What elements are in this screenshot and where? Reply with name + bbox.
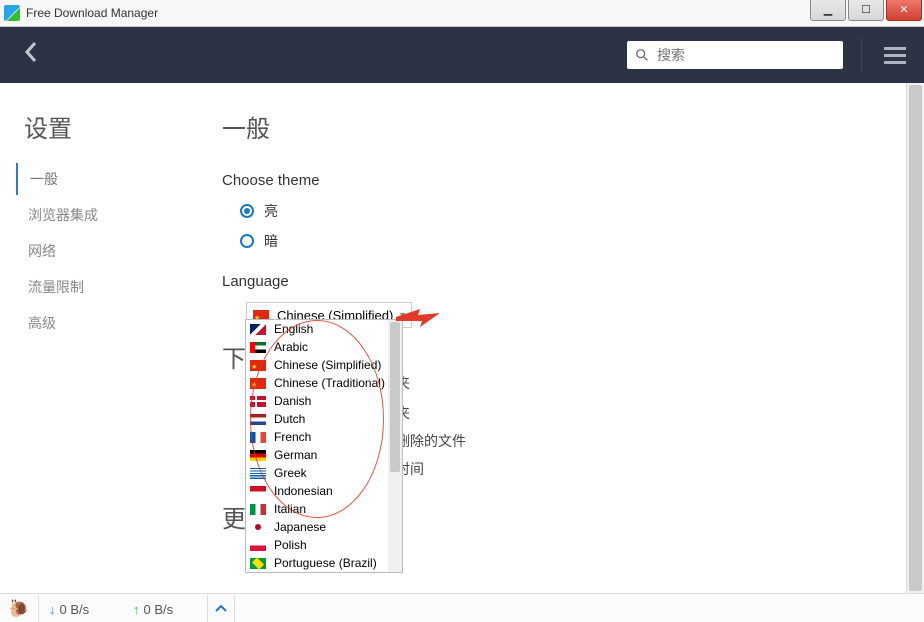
language-option[interactable]: Portuguese (Brazil): [246, 554, 390, 572]
page-scrollbar[interactable]: [906, 83, 924, 593]
sidebar-item-traffic[interactable]: 流量限制: [16, 271, 186, 303]
language-option[interactable]: English: [246, 320, 390, 338]
language-option[interactable]: Dutch: [246, 410, 390, 428]
language-option[interactable]: Polish: [246, 536, 390, 554]
language-option-label: Japanese: [274, 520, 326, 534]
language-option-label: Indonesian: [274, 484, 333, 498]
statusbar: 🐌 ↓0 B/s ↑0 B/s: [0, 593, 924, 622]
language-dropdown[interactable]: English Arabic Chinese (Simplified) Chinese…: [245, 319, 403, 573]
language-option-label: Italian: [274, 502, 306, 516]
radio-icon: [240, 204, 254, 218]
app-icon: [4, 5, 20, 21]
maximize-button[interactable]: [848, 0, 884, 21]
menu-icon[interactable]: [880, 43, 910, 68]
language-option[interactable]: Chinese (Simplified): [246, 356, 390, 374]
language-option-label: Danish: [274, 394, 311, 408]
language-option-label: Chinese (Traditional): [274, 376, 385, 390]
language-option[interactable]: Italian: [246, 500, 390, 518]
sidebar-item-general[interactable]: 一般: [16, 163, 186, 195]
download-speed: ↓0 B/s: [39, 602, 123, 617]
settings-sidebar: 一般 浏览器集成 网络 流量限制 高级: [16, 163, 186, 343]
update-section-heading-partial: 更: [222, 499, 246, 534]
language-option-label: Portuguese (Brazil): [274, 556, 377, 570]
language-option[interactable]: Japanese: [246, 518, 390, 536]
app-body: 设置 一般 浏览器集成 网络 流量限制 高级 一般 Choose theme 亮…: [0, 83, 924, 593]
main-heading: 一般: [222, 109, 894, 144]
collapse-button[interactable]: [207, 595, 235, 622]
flag-icon: [250, 468, 266, 479]
language-option-label: Dutch: [274, 412, 305, 426]
settings-title: 设置: [24, 109, 72, 144]
language-option[interactable]: French: [246, 428, 390, 446]
language-option-label: German: [274, 448, 317, 462]
sidebar-item-browser[interactable]: 浏览器集成: [16, 199, 186, 231]
theme-option-light[interactable]: 亮: [240, 201, 894, 221]
sidebar-item-advanced[interactable]: 高级: [16, 307, 186, 339]
flag-icon: [250, 450, 266, 461]
search-box[interactable]: [627, 41, 843, 69]
search-icon: [635, 48, 649, 62]
theme-dark-label: 暗: [264, 231, 278, 251]
flag-icon: [250, 414, 266, 425]
snail-icon[interactable]: 🐌: [0, 595, 39, 622]
language-option-label: French: [274, 430, 311, 444]
radio-icon: [240, 234, 254, 248]
window-title: Free Download Manager: [26, 6, 158, 20]
close-button[interactable]: [886, 0, 922, 21]
language-option[interactable]: Danish: [246, 392, 390, 410]
download-section-heading-partial: 下: [222, 339, 246, 374]
flag-icon: [250, 522, 266, 533]
flag-icon: [250, 486, 266, 497]
language-option[interactable]: Arabic: [246, 338, 390, 356]
back-button[interactable]: [14, 37, 48, 73]
theme-light-label: 亮: [264, 201, 278, 221]
chevron-up-icon: [215, 605, 227, 613]
theme-section-label: Choose theme: [222, 172, 894, 189]
flag-icon: [250, 432, 266, 443]
bg-text-3: 删除的文件: [396, 431, 466, 451]
main-column: 一般 Choose theme 亮 暗 Language Chinese (Si…: [222, 109, 894, 328]
flag-icon: [250, 504, 266, 515]
window-titlebar: Free Download Manager: [0, 0, 924, 27]
upload-speed: ↑0 B/s: [123, 602, 207, 617]
language-option-label: Polish: [274, 538, 307, 552]
language-option[interactable]: Indonesian: [246, 482, 390, 500]
search-input[interactable]: [655, 46, 819, 64]
flag-icon: [250, 396, 266, 407]
language-option-label: Chinese (Simplified): [274, 358, 381, 372]
language-option[interactable]: German: [246, 446, 390, 464]
divider: [861, 38, 862, 72]
flag-icon: [250, 342, 266, 353]
language-option[interactable]: Greek: [246, 464, 390, 482]
language-section-label: Language: [222, 273, 894, 290]
app-header: [0, 27, 924, 83]
sidebar-item-network[interactable]: 网络: [16, 235, 186, 267]
flag-icon: [250, 378, 266, 389]
dropdown-scrollbar[interactable]: [388, 320, 402, 572]
language-option-label: Arabic: [274, 340, 308, 354]
flag-icon: [250, 540, 266, 551]
theme-option-dark[interactable]: 暗: [240, 231, 894, 251]
minimize-button[interactable]: [810, 0, 846, 21]
language-option-label: English: [274, 322, 313, 336]
language-option[interactable]: Chinese (Traditional): [246, 374, 390, 392]
flag-icon: [250, 360, 266, 371]
flag-icon: [250, 558, 266, 569]
flag-icon: [250, 324, 266, 335]
language-option-label: Greek: [274, 466, 307, 480]
